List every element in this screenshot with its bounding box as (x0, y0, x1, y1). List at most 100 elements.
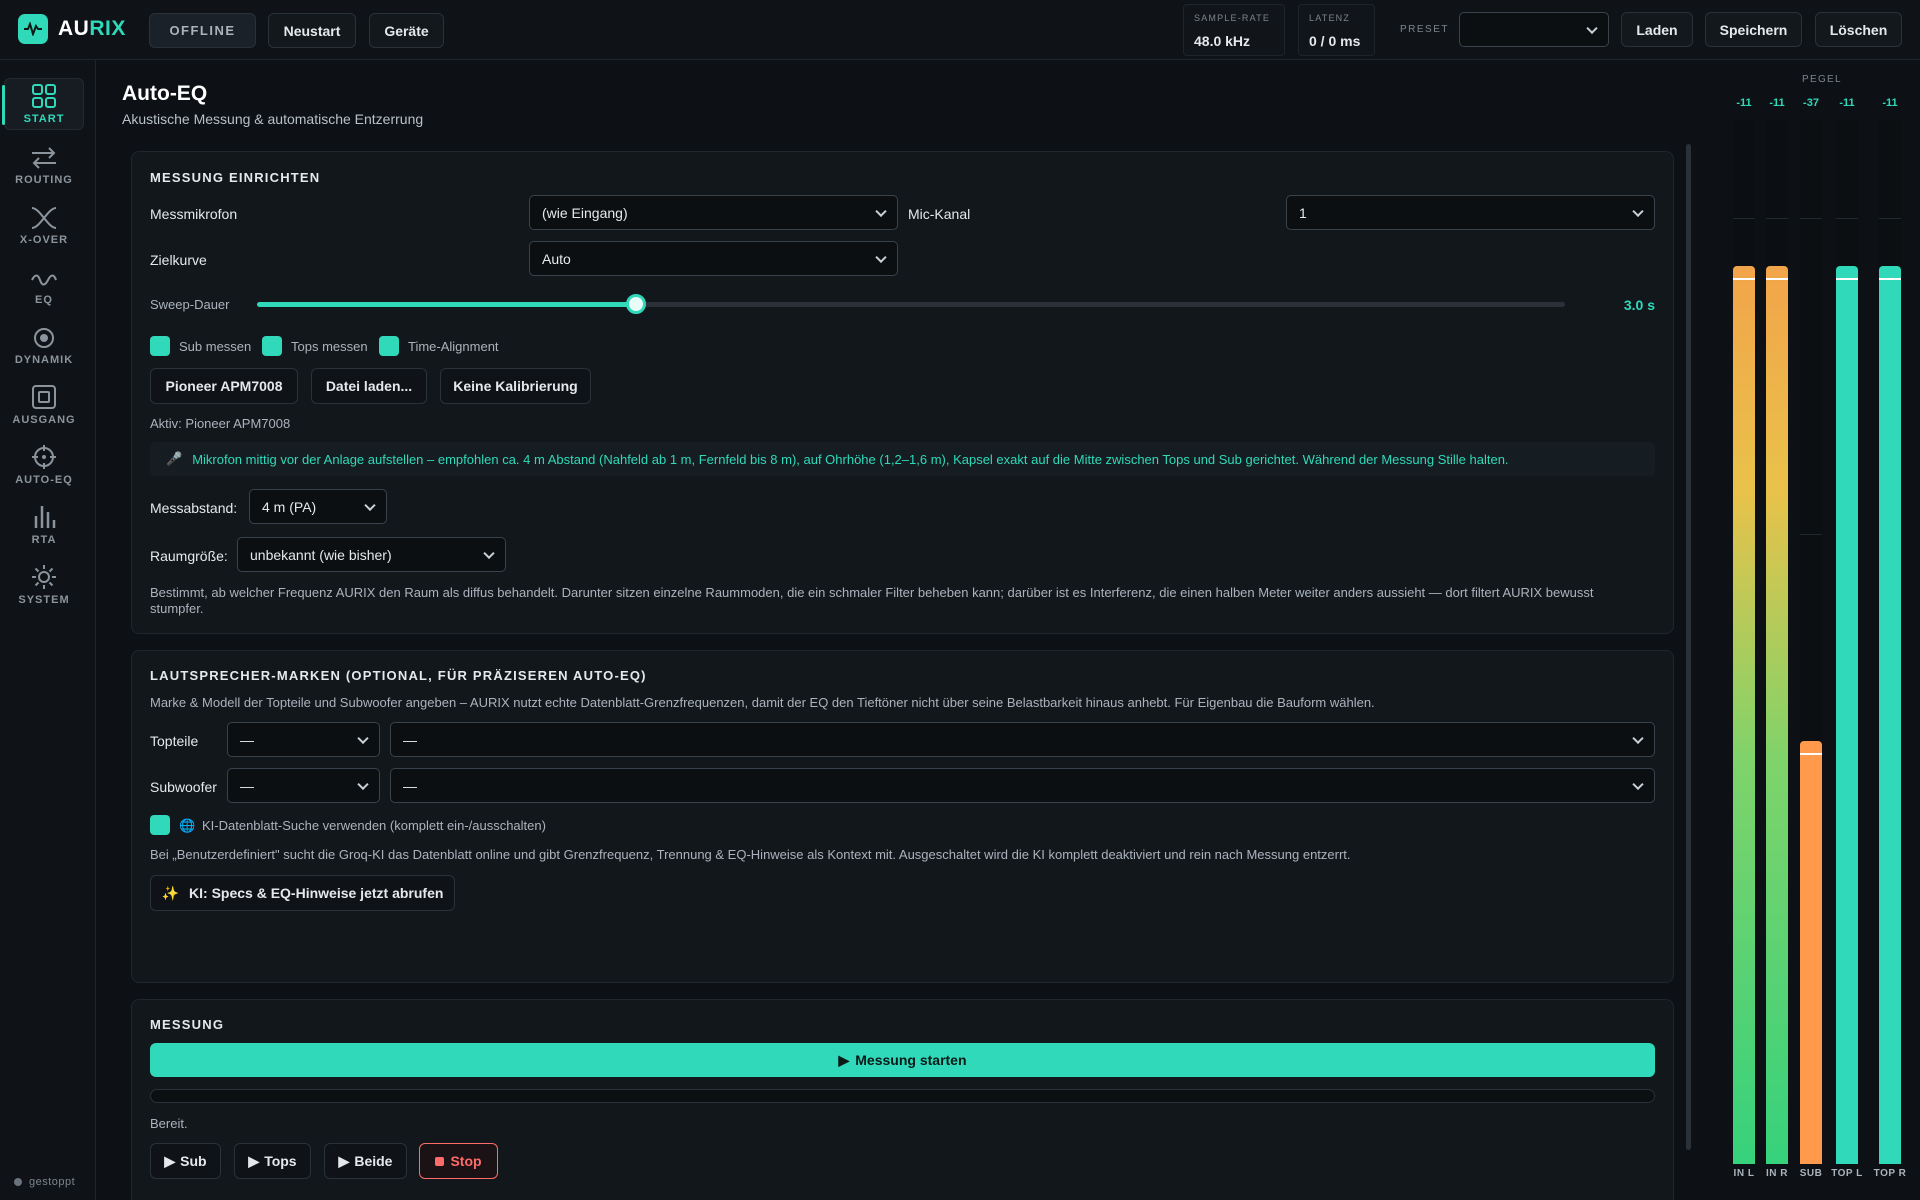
sweep-duration-label: Sweep-Dauer (150, 297, 230, 312)
app-name: AURIX (58, 17, 126, 40)
sidebar-item-ausgang[interactable]: AUSGANG (4, 378, 84, 430)
start-measurement-button[interactable]: ▶ Messung starten (150, 1043, 1655, 1077)
sidebar-item-label: START (23, 113, 65, 125)
chevron-down-icon (357, 778, 369, 790)
tops-measure-label: Tops messen (291, 339, 368, 354)
sweep-duration-value: 3.0 s (1623, 297, 1655, 313)
sidebar-item-system[interactable]: SYSTEM (4, 558, 84, 610)
no-calibration-button[interactable]: Keine Kalibrierung (440, 368, 591, 404)
sun-icon (32, 565, 56, 589)
play-icon: ▶ (164, 1152, 176, 1169)
room-size-value: unbekannt (wie bisher) (250, 546, 392, 563)
measure-tops-button[interactable]: ▶ Tops (234, 1143, 311, 1179)
active-calibration-text: Aktiv: Pioneer APM7008 (150, 416, 291, 431)
tops-measure-checkbox[interactable] (262, 336, 282, 356)
sidebar-item-start[interactable]: START (2, 78, 84, 130)
sidebar-item-eq[interactable]: EQ (4, 258, 84, 310)
meter-label: TOP R (1873, 1168, 1907, 1179)
sub-measure-checkbox[interactable] (150, 336, 170, 356)
chevron-down-icon (1632, 205, 1644, 217)
main-scrollbar[interactable] (1686, 144, 1691, 1150)
restart-button[interactable]: Neustart (268, 13, 356, 48)
engine-status: gestoppt (14, 1176, 75, 1188)
measure-both-button[interactable]: ▶ Beide (324, 1143, 407, 1179)
sidebar-item-label: SYSTEM (18, 594, 70, 606)
sub-model-select[interactable]: — (390, 768, 1655, 803)
globe-icon: 🌐 (179, 818, 196, 833)
calibration-apm7008-button[interactable]: Pioneer APM7008 (150, 368, 298, 404)
app-logo: AURIX (18, 14, 126, 44)
preset-select[interactable] (1459, 12, 1609, 47)
measurement-card: MESSUNG ▶ Messung starten Bereit. ▶ Sub ▶… (131, 999, 1674, 1200)
sidebar-item-rta[interactable]: RTA (4, 498, 84, 550)
sub-brand-value: — (240, 777, 254, 794)
start-measurement-label: Messung starten (855, 1052, 967, 1068)
meter-peak-marker (1766, 278, 1788, 280)
mic-placement-text: Mikrofon mittig vor der Anlage aufstelle… (192, 451, 1509, 467)
arrows-icon (32, 147, 56, 169)
microphone-icon: 🎤 (166, 451, 183, 466)
mic-channel-select[interactable]: 1 (1286, 195, 1655, 230)
meter-tick (1800, 218, 1822, 219)
tops-brand-value: — (240, 731, 254, 748)
tops-brand-select[interactable]: — (227, 722, 380, 757)
tops-model-select[interactable]: — (390, 722, 1655, 757)
subwoofer-label: Subwoofer (150, 779, 217, 795)
meter-peak-marker (1836, 278, 1858, 280)
sidebar-item-label: RTA (31, 534, 57, 546)
load-preset-button[interactable]: Laden (1621, 12, 1693, 47)
delete-preset-button[interactable]: Löschen (1815, 12, 1902, 47)
target-icon (34, 328, 54, 348)
meter-bar (1800, 741, 1822, 1164)
ai-fetch-specs-button[interactable]: ✨ KI: Specs & EQ-Hinweise jetzt abrufen (150, 875, 455, 911)
stop-measurement-button[interactable]: Stop (419, 1143, 498, 1179)
meter-value: -11 (1736, 97, 1752, 109)
room-size-select[interactable]: unbekannt (wie bisher) (237, 537, 506, 572)
sub-measure-label: Sub messen (179, 339, 252, 354)
bars-icon (34, 506, 56, 528)
sweep-duration-slider[interactable] (257, 294, 1565, 314)
meter-label: SUB (1799, 1168, 1823, 1179)
time-alignment-checkbox[interactable] (379, 336, 399, 356)
measure-both-label: Beide (354, 1153, 393, 1169)
meter-tick (1800, 534, 1822, 535)
measurement-status: Bereit. (150, 1116, 188, 1131)
mic-label: Messmikrofon (150, 206, 238, 222)
meter-peak-marker (1800, 753, 1822, 755)
play-icon: ▶ (838, 1051, 850, 1068)
sidebar-item-dynamik[interactable]: DYNAMIK (4, 318, 84, 370)
distance-select[interactable]: 4 m (PA) (249, 489, 387, 524)
connection-status-badge: OFFLINE (149, 13, 256, 48)
latency-label: LATENZ (1309, 13, 1351, 23)
distance-label: Messabstand: (150, 500, 238, 516)
mic-select-value: (wie Eingang) (542, 204, 628, 221)
room-size-note: Bestimmt, ab welcher Frequenz AURIX den … (150, 585, 1594, 616)
load-calibration-file-button[interactable]: Datei laden... (311, 368, 427, 404)
ai-search-checkbox[interactable] (150, 815, 170, 835)
sidebar-item-label: DYNAMIK (14, 354, 74, 366)
top-bar: AURIX OFFLINE Neustart Geräte SAMPLE-RAT… (0, 0, 1920, 60)
target-curve-select[interactable]: Auto (529, 241, 898, 276)
devices-button[interactable]: Geräte (369, 13, 444, 48)
speakers-card: LAUTSPRECHER-MARKEN (OPTIONAL, FÜR PRÄZI… (131, 650, 1674, 983)
time-alignment-label: Time-Alignment (408, 339, 499, 354)
sidebar-item-routing[interactable]: ROUTING (4, 138, 84, 190)
chevron-down-icon (875, 251, 887, 263)
sample-rate-stat: SAMPLE-RATE 48.0 kHz (1183, 4, 1285, 56)
ai-search-note: Bei „Benutzerdefiniert" sucht die Groq-K… (150, 847, 1351, 862)
latency-value: 0 / 0 ms (1309, 33, 1361, 49)
sidebar-item-xover[interactable]: X-OVER (4, 198, 84, 250)
status-dot-icon (14, 1178, 22, 1186)
sidebar-item-auto-eq[interactable]: AUTO-EQ (4, 438, 84, 490)
mic-select[interactable]: (wie Eingang) (529, 195, 898, 230)
tops-model-value: — (403, 731, 417, 748)
measure-sub-button[interactable]: ▶ Sub (150, 1143, 221, 1179)
sub-brand-select[interactable]: — (227, 768, 380, 803)
save-preset-button[interactable]: Speichern (1705, 12, 1802, 47)
meter-peak-marker (1879, 278, 1901, 280)
measure-tops-label: Tops (264, 1153, 297, 1169)
sample-rate-value: 48.0 kHz (1194, 33, 1251, 49)
sweep-slider-handle[interactable] (626, 294, 647, 314)
mic-placement-hint: 🎤 Mikrofon mittig vor der Anlage aufstel… (150, 442, 1655, 476)
stop-label: Stop (450, 1153, 482, 1169)
